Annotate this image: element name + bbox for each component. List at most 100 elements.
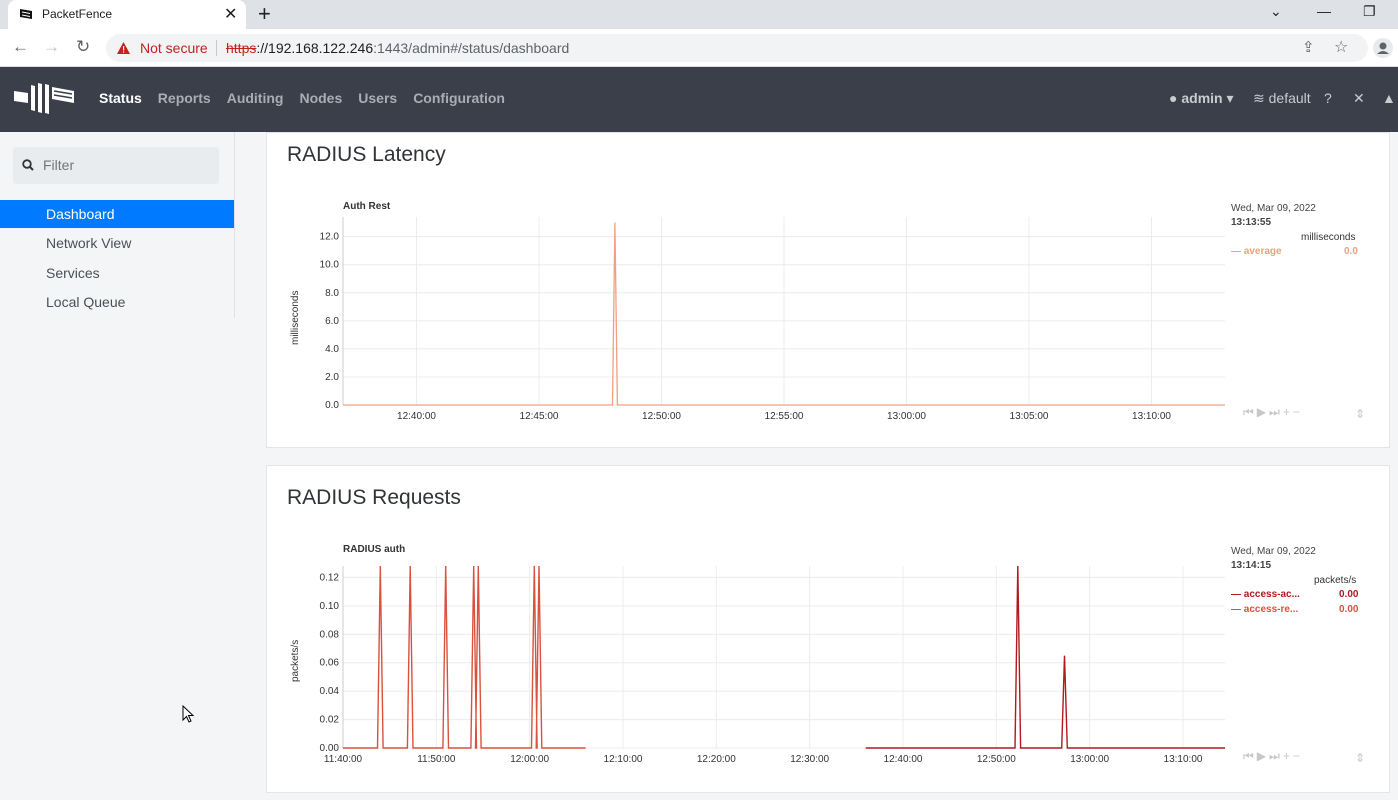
browser-tabbar: PacketFence ✕ + ⌄ — ❐ bbox=[0, 0, 1398, 29]
filter-box[interactable] bbox=[13, 147, 219, 184]
latency-legend-value: 0.0 bbox=[1344, 246, 1358, 257]
requests-y-tick: 0.08 bbox=[320, 629, 340, 640]
requests-y-tick: 0.04 bbox=[320, 686, 340, 697]
requests-legend-series-1[interactable]: — access-ac... bbox=[1231, 589, 1300, 600]
new-tab-icon[interactable]: + bbox=[258, 1, 271, 27]
sidebar-item-dashboard[interactable]: Dashboard bbox=[0, 200, 234, 228]
latency-chart: Auth Rest milliseconds 0.0 2.0 4.0 6.0 8.0 10… bbox=[290, 201, 1225, 422]
user-name: admin bbox=[1181, 90, 1223, 106]
app-header: Status Reports Auditing Nodes Users Conf… bbox=[0, 67, 1398, 132]
nav-configuration[interactable]: Configuration bbox=[413, 90, 505, 106]
tab-search-icon[interactable]: ⌄ bbox=[1270, 3, 1282, 20]
requests-legend-unit: packets/s bbox=[1314, 575, 1357, 586]
requests-y-label: packets/s bbox=[290, 640, 301, 682]
latency-chart-controls[interactable]: ⏮▶⏭+− bbox=[1243, 405, 1303, 420]
help-icon[interactable]: ? bbox=[1324, 90, 1332, 106]
url-text[interactable]: https://192.168.122.246:1443/admin#/stat… bbox=[226, 40, 569, 56]
url-divider bbox=[216, 40, 217, 56]
latency-x-tick: 12:55:00 bbox=[765, 411, 804, 422]
latency-legend-time: 13:13:55 bbox=[1231, 217, 1272, 228]
url-field[interactable]: Not secure https://192.168.122.246:1443/… bbox=[106, 34, 1368, 62]
latency-x-tick: 12:50:00 bbox=[642, 411, 681, 422]
latency-x-tick: 13:00:00 bbox=[887, 411, 926, 422]
tab-title: PacketFence bbox=[42, 7, 113, 21]
latency-x-tick: 12:45:00 bbox=[520, 411, 559, 422]
requests-x-tick: 11:50:00 bbox=[417, 754, 456, 765]
legend-series-2-value: 0.00 bbox=[1339, 604, 1359, 615]
main-nav: Status Reports Auditing Nodes Users Conf… bbox=[99, 90, 505, 106]
latency-y-tick: 12.0 bbox=[320, 232, 340, 243]
requests-legend-series-2[interactable]: — access-re... bbox=[1231, 604, 1298, 615]
tenant-menu[interactable]: ≋ default bbox=[1253, 90, 1311, 107]
requests-legend-time: 13:14:15 bbox=[1231, 560, 1272, 571]
requests-x-tick: 12:10:00 bbox=[604, 754, 643, 765]
nav-status[interactable]: Status bbox=[99, 90, 142, 106]
nav-nodes[interactable]: Nodes bbox=[299, 90, 342, 106]
nav-users[interactable]: Users bbox=[358, 90, 397, 106]
url-scheme: https bbox=[226, 40, 257, 56]
requests-chart: RADIUS auth packets/s 0.00 0.02 0.04 0.06 0.… bbox=[290, 544, 1225, 765]
requests-card: RADIUS Requests RADIUS auth packets/s 0.… bbox=[266, 465, 1390, 793]
forward-icon[interactable]: → bbox=[43, 37, 60, 57]
latency-chart-label: Auth Rest bbox=[343, 201, 391, 212]
user-menu[interactable]: ● admin ▾ bbox=[1169, 90, 1234, 107]
not-secure-label[interactable]: Not secure bbox=[140, 40, 208, 56]
latency-y-tick: 2.0 bbox=[325, 372, 339, 383]
nav-reports[interactable]: Reports bbox=[158, 90, 211, 106]
requests-chart-label: RADIUS auth bbox=[343, 544, 405, 555]
back-icon[interactable]: ← bbox=[12, 37, 29, 57]
bookmark-star-icon[interactable]: ☆ bbox=[1334, 37, 1348, 57]
latency-x-tick: 13:05:00 bbox=[1010, 411, 1049, 422]
requests-x-tick: 13:00:00 bbox=[1070, 754, 1109, 765]
mouse-cursor-icon bbox=[182, 705, 195, 723]
sidebar-item-local-queue[interactable]: Local Queue bbox=[0, 288, 234, 316]
browser-tab[interactable]: PacketFence ✕ bbox=[8, 0, 246, 29]
profile-icon[interactable] bbox=[1373, 38, 1393, 58]
requests-legend-date: Wed, Mar 09, 2022 bbox=[1231, 546, 1316, 557]
requests-y-tick: 0.06 bbox=[320, 658, 340, 669]
address-bar: ← → ↻ Not secure https://192.168.122.246… bbox=[0, 29, 1398, 67]
requests-x-tick: 12:50:00 bbox=[977, 754, 1016, 765]
requests-resize-icon[interactable]: ⇕ bbox=[1355, 751, 1368, 765]
bell-icon[interactable]: ▲ bbox=[1382, 90, 1396, 106]
latency-y-tick: 0.0 bbox=[325, 400, 339, 411]
sidebar-item-network-view[interactable]: Network View bbox=[0, 229, 234, 257]
requests-y-tick: 0.00 bbox=[320, 743, 340, 754]
tools-icon[interactable]: ✕ bbox=[1353, 90, 1365, 107]
packetfence-logo[interactable] bbox=[14, 81, 76, 117]
close-tab-icon[interactable]: ✕ bbox=[224, 4, 237, 24]
tenant-name: default bbox=[1268, 90, 1311, 106]
latency-y-tick: 4.0 bbox=[325, 344, 339, 355]
filter-input[interactable] bbox=[43, 157, 203, 173]
url-path: :1443/admin#/status/dashboard bbox=[373, 40, 570, 56]
user-circle-icon: ● bbox=[1169, 90, 1178, 106]
layers-icon: ≋ bbox=[1253, 90, 1265, 106]
requests-x-tick: 12:20:00 bbox=[697, 754, 736, 765]
restore-icon[interactable]: ❐ bbox=[1363, 3, 1376, 20]
requests-y-tick: 0.12 bbox=[320, 572, 340, 583]
latency-y-tick: 8.0 bbox=[325, 288, 339, 299]
caret-down-icon: ▾ bbox=[1226, 90, 1234, 106]
requests-series-1 bbox=[865, 565, 1225, 749]
legend-series-2-name: access-re... bbox=[1243, 604, 1299, 615]
latency-resize-icon[interactable]: ⇕ bbox=[1355, 407, 1368, 421]
requests-x-tick: 12:30:00 bbox=[790, 754, 829, 765]
requests-y-tick: 0.10 bbox=[320, 601, 340, 612]
latency-y-tick: 6.0 bbox=[325, 316, 339, 327]
nav-auditing[interactable]: Auditing bbox=[227, 90, 284, 106]
latency-x-tick: 12:40:00 bbox=[397, 411, 436, 422]
latency-y-tick: 10.0 bbox=[320, 260, 340, 271]
latency-legend-series-name: average bbox=[1243, 246, 1282, 257]
reload-icon[interactable]: ↻ bbox=[76, 37, 90, 57]
requests-x-tick: 13:10:00 bbox=[1164, 754, 1203, 765]
url-host: ://192.168.122.246 bbox=[256, 40, 374, 56]
latency-legend-series[interactable]: — average bbox=[1231, 246, 1282, 257]
minimize-icon[interactable]: — bbox=[1317, 3, 1331, 19]
requests-x-tick: 12:40:00 bbox=[884, 754, 923, 765]
requests-x-tick: 12:00:00 bbox=[510, 754, 549, 765]
sidebar-item-services[interactable]: Services bbox=[0, 259, 234, 287]
latency-legend-unit: milliseconds bbox=[1301, 232, 1356, 243]
share-icon[interactable]: ⇪ bbox=[1302, 38, 1315, 56]
requests-chart-controls[interactable]: ⏮▶⏭+− bbox=[1243, 749, 1303, 764]
latency-x-tick: 13:10:00 bbox=[1132, 411, 1171, 422]
